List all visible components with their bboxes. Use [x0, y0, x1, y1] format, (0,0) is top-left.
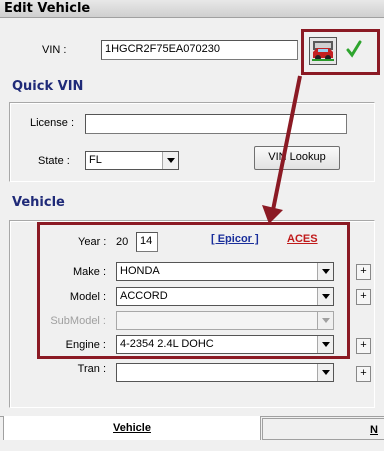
tab-vehicle-label: Vehicle: [113, 422, 151, 434]
tab-vehicle[interactable]: Vehicle: [3, 416, 261, 440]
arrow-annotation: [262, 75, 302, 224]
tab-next[interactable]: N: [262, 418, 384, 440]
tab-next-label: N: [370, 424, 378, 436]
